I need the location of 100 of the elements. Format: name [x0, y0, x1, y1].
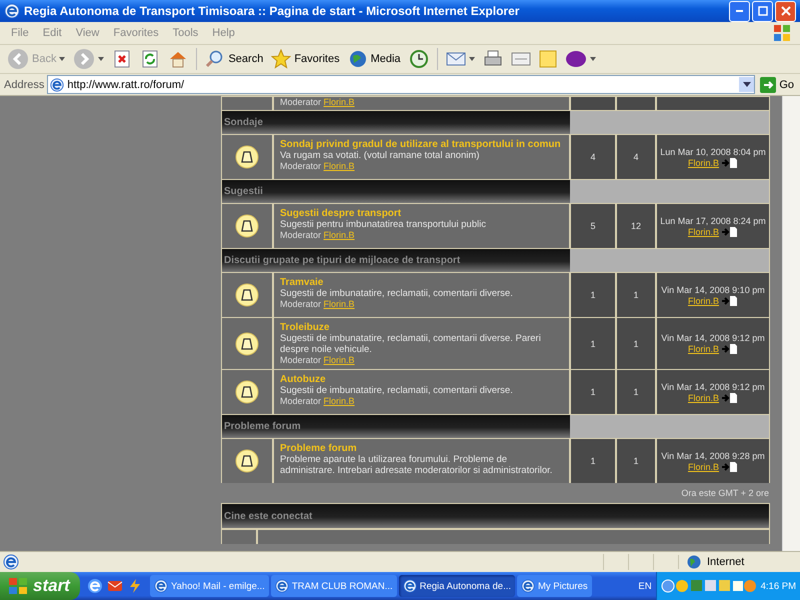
topics-count: 1: [590, 290, 596, 300]
topics-count: 4: [590, 152, 596, 162]
moderator-link[interactable]: Florin.B: [324, 230, 355, 240]
go-to-post-icon[interactable]: [722, 344, 738, 354]
table-cell: [617, 97, 655, 110]
moderator-text: Moderator Florin.B: [280, 161, 356, 171]
lightning-icon[interactable]: [127, 578, 143, 594]
tray-icons-drawing[interactable]: [660, 579, 757, 593]
windows-logo-icon: [8, 577, 28, 595]
moderator-link[interactable]: Florin.B: [324, 161, 355, 171]
forum-title-link[interactable]: Probleme forum: [280, 443, 563, 454]
dropdown-button[interactable]: [739, 77, 754, 92]
forum-folder-icon: [235, 214, 259, 238]
go-button[interactable]: Go: [758, 76, 796, 92]
forum-title-link[interactable]: Troleibuze: [280, 322, 563, 333]
last-post-user-link[interactable]: Florin.B: [688, 296, 719, 306]
window-icon: [510, 50, 531, 68]
envelope-icon: [446, 51, 466, 67]
forum-title-link[interactable]: Tramvaie: [280, 277, 563, 288]
globe-icon: [348, 49, 368, 69]
taskbar-button[interactable]: My Pictures: [517, 575, 592, 597]
last-post-user-link[interactable]: Florin.B: [688, 226, 719, 236]
moderator-link[interactable]: Florin.B: [324, 97, 355, 107]
browser-icon[interactable]: [87, 578, 103, 594]
posts-count: 1: [633, 290, 638, 300]
category-title[interactable]: Probleme forum: [224, 421, 301, 432]
posts-count: 4: [633, 152, 638, 162]
search-button[interactable]: Search: [202, 49, 266, 69]
table-cell: [571, 97, 615, 110]
moderator-text: Moderator Florin.B: [280, 299, 356, 309]
moderator-text: Moderator Florin.B: [280, 355, 356, 365]
posts-count: 1: [633, 387, 638, 397]
menu-item[interactable]: File: [4, 27, 36, 39]
media-button[interactable]: Media: [344, 49, 404, 69]
forum-description: Sugestii de imbunatatire, reclamatii, comentarii diverse.: [280, 288, 514, 299]
menu-item[interactable]: Favorites: [106, 27, 166, 39]
go-to-post-icon[interactable]: [722, 226, 738, 236]
moderator-link[interactable]: Florin.B: [324, 355, 355, 365]
last-post-user-link[interactable]: Florin.B: [688, 344, 719, 354]
menu-item[interactable]: View: [68, 27, 106, 39]
last-post-date: Vin Mar 14, 2008 9:10 pm: [661, 284, 765, 294]
moderator-link[interactable]: Florin.B: [324, 299, 355, 309]
go-to-post-icon[interactable]: [722, 158, 738, 168]
zone-text: Internet: [707, 556, 744, 568]
window-title: Regia Autonoma de Transport Timisoara :: Pagina de start - Microsoft Internet Explorer: [24, 4, 520, 18]
minimize-button[interactable]: [729, 0, 750, 22]
topics-count: 1: [590, 456, 596, 466]
last-post-user-link[interactable]: Florin.B: [688, 392, 719, 402]
last-post-user-link[interactable]: Florin.B: [688, 158, 719, 168]
language-indicator[interactable]: EN: [636, 580, 654, 592]
category-title[interactable]: Discutii grupate pe tipuri de mijloace de transport: [224, 255, 460, 266]
category-title[interactable]: Sugestii: [224, 186, 263, 197]
forum-title-link[interactable]: Sugestii despre transport: [280, 208, 563, 219]
menu-item[interactable]: Tools: [166, 27, 206, 39]
maximize-button[interactable]: [752, 0, 773, 22]
caret-icon: [468, 57, 475, 61]
forum-title-link[interactable]: Autobuze: [280, 374, 563, 385]
menu-item[interactable]: Edit: [36, 27, 69, 39]
topics-count: 1: [590, 387, 596, 397]
last-post-date: Vin Mar 14, 2008 9:12 pm: [661, 382, 765, 392]
windows-logo-icon: [772, 23, 792, 43]
moderator-link[interactable]: Florin.B: [324, 396, 355, 406]
table-cell: [222, 97, 272, 110]
go-to-post-icon[interactable]: [722, 392, 738, 402]
refresh-icon: [140, 49, 160, 69]
last-post-date: Lun Mar 17, 2008 8:24 pm: [660, 216, 766, 226]
posts-count: 1: [633, 338, 638, 348]
address-field[interactable]: http://www.ratt.ro/forum/: [47, 75, 756, 94]
minimize-icon: [736, 10, 743, 12]
vertical-scrollbar[interactable]: [782, 96, 800, 551]
last-post-date: Vin Mar 14, 2008 9:12 pm: [661, 333, 765, 343]
menu-item[interactable]: Help: [205, 27, 242, 39]
caret-icon: [98, 57, 104, 61]
category-title: Cine este conectat: [224, 510, 312, 522]
go-to-post-icon[interactable]: [722, 296, 738, 306]
category-title[interactable]: Sondaje: [224, 117, 263, 128]
forum-folder-icon: [235, 449, 259, 473]
last-post-user-link[interactable]: Florin.B: [688, 462, 719, 472]
forum-title-link[interactable]: Sondaj privind gradul de utilizare al transportului in comun: [280, 139, 563, 150]
browser-icon: [521, 579, 535, 593]
caret-icon: [742, 82, 751, 88]
last-post-date: Vin Mar 14, 2008 9:28 pm: [661, 450, 765, 460]
browser-icon: [3, 554, 19, 570]
caret-icon: [590, 57, 596, 61]
close-icon: [780, 6, 790, 16]
taskbar-button[interactable]: Regia Autonoma de...: [398, 575, 515, 597]
forum-description: Sugestii de imbunatatire, reclamatii, comentarii diverse.: [280, 385, 514, 396]
posts-count: 1: [633, 456, 638, 466]
taskbar-button[interactable]: TRAM CLUB ROMAN...: [270, 575, 397, 597]
start-button[interactable]: start: [0, 572, 80, 600]
taskbar-button[interactable]: Yahoo! Mail - emilge...: [150, 575, 269, 597]
forum-folder-icon: [235, 332, 259, 356]
close-button[interactable]: [775, 0, 796, 22]
browser-icon: [4, 3, 20, 19]
browser-icon: [50, 78, 64, 92]
mail-icon[interactable]: [107, 578, 123, 594]
oval-icon: [564, 50, 587, 68]
go-to-post-icon[interactable]: [722, 462, 738, 472]
caret-icon: [59, 57, 66, 61]
favorites-button[interactable]: Favorites: [268, 49, 343, 69]
